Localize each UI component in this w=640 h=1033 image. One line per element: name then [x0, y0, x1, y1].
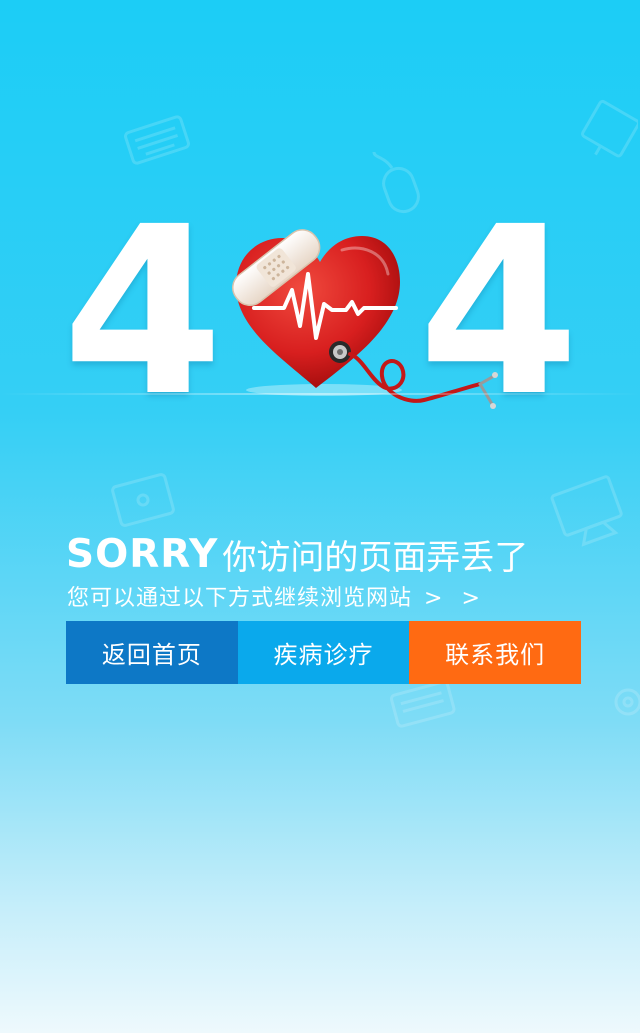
gear-icon — [614, 688, 640, 716]
horizon-glow — [0, 393, 640, 395]
disease-diagnosis-button[interactable]: 疾病诊疗 — [237, 621, 410, 684]
desktop-icon — [550, 475, 623, 547]
continue-browsing-hint: 您可以通过以下方式继续浏览网站 > > — [67, 580, 486, 612]
hero-section: 4 4 — [0, 0, 640, 728]
navigation-buttons: 返回首页 疾病诊疗 联系我们 — [66, 621, 582, 684]
page-lost-message: 你访问的页面弄丢了 — [222, 537, 529, 578]
keyboard-icon — [124, 115, 190, 165]
back-to-home-button[interactable]: 返回首页 — [66, 621, 238, 684]
keyboard-icon — [389, 680, 456, 728]
contact-us-button[interactable]: 联系我们 — [409, 621, 582, 684]
sorry-text: SORRY — [66, 531, 219, 577]
tablet-icon — [111, 473, 175, 527]
double-arrow-icon: > > — [424, 586, 486, 611]
monitor-icon — [581, 99, 638, 158]
heart-with-bandage-stethoscope-icon — [232, 229, 498, 409]
error-headline: SORRY 你访问的页面弄丢了 — [66, 530, 528, 578]
hint-text: 您可以通过以下方式继续浏览网站 — [67, 586, 413, 611]
